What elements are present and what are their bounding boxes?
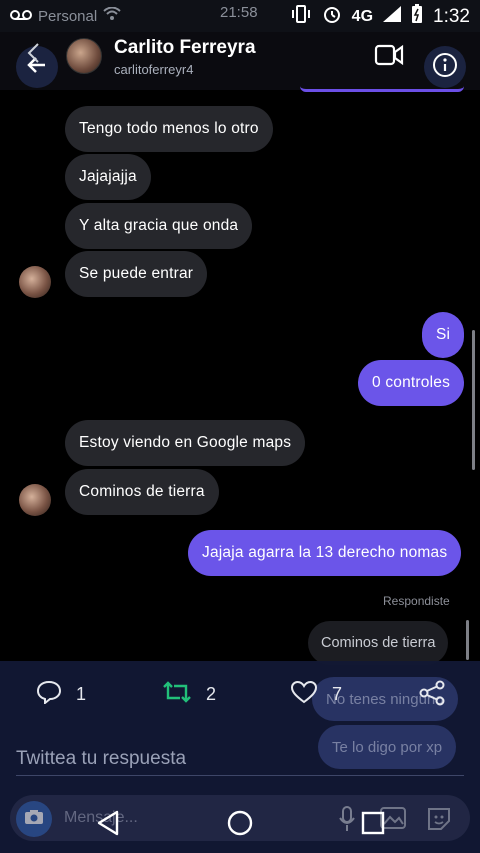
- like-action[interactable]: 7: [290, 680, 342, 709]
- reply-count: 1: [76, 684, 87, 704]
- sender-avatar[interactable]: [19, 266, 51, 298]
- message-incoming[interactable]: Jajajajja: [65, 154, 151, 200]
- message-outgoing[interactable]: Si: [422, 312, 465, 358]
- circle-home-icon: [226, 809, 254, 842]
- message-incoming[interactable]: Se puede entrar: [65, 251, 208, 297]
- alarm-icon: [322, 4, 342, 29]
- video-call-button[interactable]: [374, 43, 404, 72]
- like-count: 7: [332, 684, 343, 704]
- voicemail-icon: [10, 6, 32, 26]
- nav-recents-button[interactable]: [353, 805, 393, 845]
- nav-back-button[interactable]: [88, 805, 128, 845]
- retweet-icon: [162, 680, 192, 709]
- comment-icon: [36, 680, 62, 709]
- contact-handle: carlitoferreyr4: [114, 62, 194, 77]
- status-left: Personal: [10, 6, 121, 26]
- status-bar: Personal 21:58 4G 1:32: [0, 0, 480, 32]
- previous-message-edge: [300, 86, 464, 92]
- reply-action[interactable]: 1: [36, 680, 86, 709]
- message-outgoing[interactable]: Jajaja agarra la 13 derecho nomas: [188, 530, 462, 576]
- carrier-name: Personal: [38, 7, 98, 25]
- quoted-message[interactable]: Cominos de tierra: [308, 621, 449, 665]
- chat-header: Carlito Ferreyra carlitoferreyr4: [0, 32, 480, 90]
- status-right: 4G 1:32: [290, 4, 470, 29]
- scrollbar[interactable]: [472, 330, 475, 470]
- sender-avatar[interactable]: [19, 484, 51, 516]
- message-outgoing[interactable]: 0 controles: [358, 360, 465, 406]
- heart-icon: [290, 680, 318, 709]
- contact-name[interactable]: Carlito Ferreyra: [114, 37, 256, 59]
- triangle-back-icon: [95, 809, 121, 842]
- share-action[interactable]: [418, 680, 446, 711]
- battery-icon: [411, 4, 423, 29]
- message-incoming[interactable]: Y alta gracia que onda: [65, 203, 253, 249]
- message-incoming[interactable]: Tengo todo menos lo otro: [65, 106, 273, 152]
- square-recents-icon: [361, 811, 385, 840]
- info-icon: [432, 52, 458, 83]
- share-icon: [418, 680, 446, 711]
- retweet-action[interactable]: 2: [162, 680, 216, 709]
- message-incoming[interactable]: Cominos de tierra: [65, 469, 219, 515]
- status-clock: 1:32: [433, 5, 470, 27]
- system-nav-bar: [0, 795, 480, 853]
- vibrate-icon: [290, 4, 312, 29]
- contact-avatar[interactable]: [66, 38, 102, 74]
- nav-home-button[interactable]: [220, 805, 260, 845]
- replied-label: Respondiste: [383, 594, 450, 608]
- tweet-reply-input[interactable]: [16, 742, 464, 776]
- wifi-icon: [103, 6, 121, 26]
- signal-icon: [383, 6, 402, 27]
- network-type: 4G: [351, 7, 374, 25]
- video-camera-icon: [374, 44, 404, 71]
- info-button[interactable]: [424, 46, 466, 88]
- retweet-count: 2: [206, 684, 217, 704]
- background-time: 21:58: [220, 4, 258, 21]
- scrollbar-secondary: [466, 620, 469, 660]
- message-incoming[interactable]: Estoy viendo en Google maps: [65, 420, 306, 466]
- chevron-left-icon: [26, 42, 40, 69]
